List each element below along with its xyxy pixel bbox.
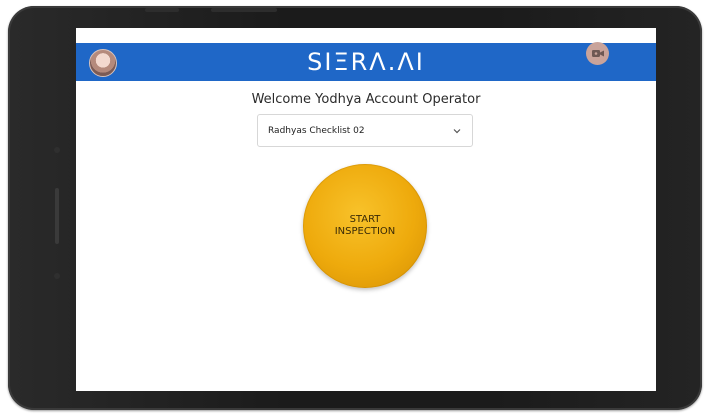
volume-button: [145, 8, 179, 12]
video-camera-button[interactable]: [586, 42, 609, 65]
bezel-slot: [55, 188, 59, 244]
start-inspection-button[interactable]: START INSPECTION: [303, 164, 427, 288]
app-bar: SIΞRΛ.ΛI: [76, 42, 656, 81]
checklist-select[interactable]: Radhyas Checklist 02: [257, 114, 473, 147]
start-inspection-label-line1: START: [349, 214, 381, 225]
welcome-heading: Welcome Yodhya Account Operator: [251, 92, 481, 107]
bezel-sensor: [54, 273, 60, 279]
video-camera-icon: [591, 50, 604, 57]
brand-logo: SIΞRΛ.ΛI: [307, 48, 425, 76]
power-button: [211, 8, 277, 12]
app-screen: SIΞRΛ.ΛI Welcome Yodhya Account Operator…: [76, 28, 656, 391]
chevron-down-icon: [453, 128, 461, 133]
bezel-sensor: [54, 147, 60, 153]
checklist-selected-value: Radhyas Checklist 02: [268, 125, 365, 136]
start-inspection-label-line2: INSPECTION: [334, 226, 396, 237]
